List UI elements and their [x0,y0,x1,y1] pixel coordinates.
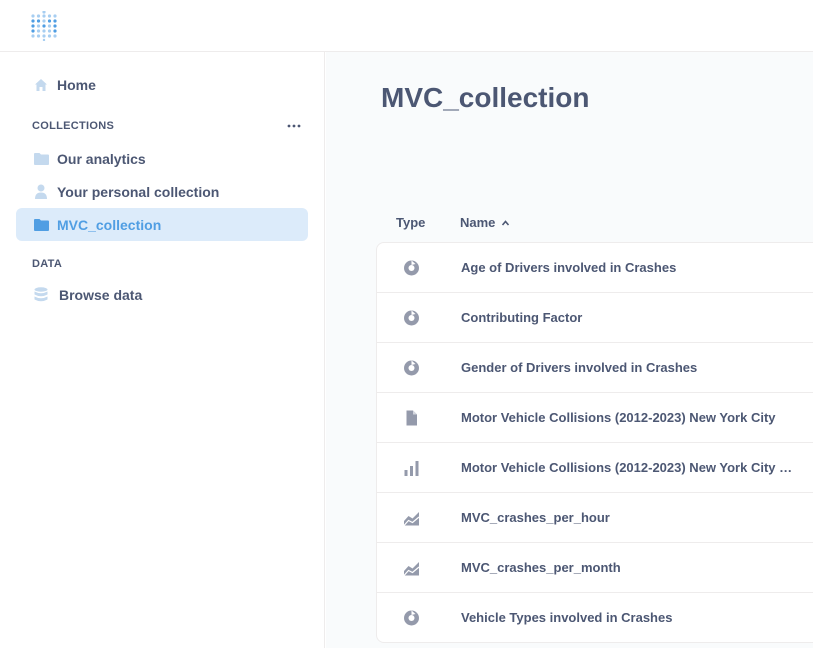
top-navigation-bar [0,0,813,52]
sidebar-item-personal-collection[interactable]: Your personal collection [16,175,308,208]
item-name[interactable]: Motor Vehicle Collisions (2012-2023) New… [461,460,806,475]
pie-chart-icon [404,360,419,376]
sidebar-item-label: Your personal collection [57,183,220,200]
sidebar-item-label: Our analytics [57,150,146,167]
collection-main: MVC_collection Type Name Age of Drivers … [326,52,813,648]
table-row[interactable]: MVC_crashes_per_hour [377,493,813,543]
sidebar-item-label: Home [57,76,96,93]
bar-chart-icon [404,461,419,476]
metabase-logo-icon[interactable] [30,11,58,41]
sidebar: Home COLLECTIONS Our analytics Your pers… [0,52,325,648]
home-icon [33,77,49,93]
table-row[interactable]: Motor Vehicle Collisions (2012-2023) New… [377,393,813,443]
person-icon [33,184,49,200]
name-column-label: Name [460,215,496,230]
folder-icon [33,151,49,167]
table-row[interactable]: Vehicle Types involved in Crashes [377,593,813,643]
table-row[interactable]: Contributing Factor [377,293,813,343]
collections-heading: COLLECTIONS [32,120,115,132]
sidebar-item-label: Browse data [59,286,143,303]
pie-chart-icon [404,310,419,326]
sidebar-item-home[interactable]: Home [16,68,308,101]
table-row[interactable]: Gender of Drivers involved in Crashes [377,343,813,393]
area-chart-icon [403,562,420,576]
item-name[interactable]: Gender of Drivers involved in Crashes [461,360,806,375]
item-name[interactable]: Motor Vehicle Collisions (2012-2023) New… [461,410,806,425]
data-heading: DATA [32,258,63,270]
table-row[interactable]: Age of Drivers involved in Crashes [377,243,813,293]
sidebar-item-mvc-collection[interactable]: MVC_collection [16,208,308,241]
page-title: MVC_collection [381,82,590,113]
name-column-header[interactable]: Name [460,215,510,230]
item-name[interactable]: Vehicle Types involved in Crashes [461,610,806,625]
sidebar-item-label: MVC_collection [57,216,162,233]
chevron-up-icon [501,220,510,226]
table-row[interactable]: MVC_crashes_per_month [377,543,813,593]
collection-items-table: Age of Drivers involved in Crashes Contr… [376,242,813,643]
area-chart-icon [403,512,420,526]
item-name[interactable]: MVC_crashes_per_month [461,560,806,575]
table-row[interactable]: Motor Vehicle Collisions (2012-2023) New… [377,443,813,493]
sidebar-item-browse-data[interactable]: Browse data [16,278,308,311]
pie-chart-icon [404,610,419,626]
document-icon [406,410,417,426]
item-name[interactable]: MVC_crashes_per_hour [461,510,806,525]
type-column-header[interactable]: Type [396,215,425,230]
item-name[interactable]: Age of Drivers involved in Crashes [461,260,806,275]
more-icon[interactable] [285,120,303,132]
sidebar-item-our-analytics[interactable]: Our analytics [16,142,308,175]
folder-icon [33,217,49,233]
database-icon [33,287,49,303]
item-name[interactable]: Contributing Factor [461,310,806,325]
pie-chart-icon [404,260,419,276]
